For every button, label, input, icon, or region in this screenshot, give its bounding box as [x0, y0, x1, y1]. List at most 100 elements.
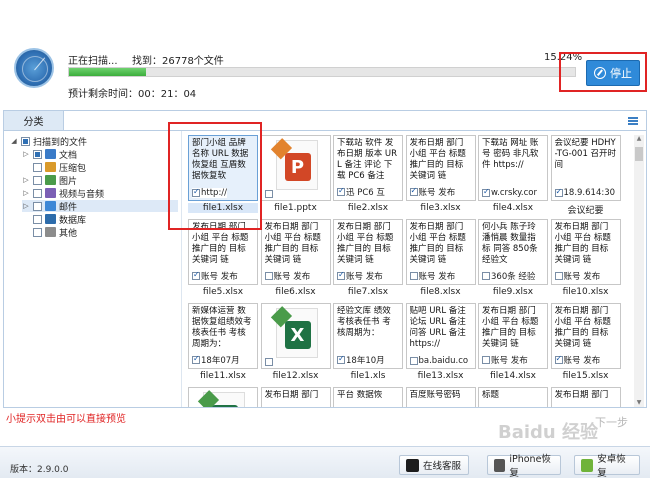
file-tile[interactable]: 发布日期 部门	[550, 387, 621, 407]
file-tile[interactable]: 发布日期 部门 小组 平台 标题 推广目的 目标关键词 链账号 发布file5.…	[188, 219, 258, 301]
file-checkbox[interactable]	[409, 186, 418, 196]
tree-checkbox[interactable]	[33, 149, 42, 159]
file-tile[interactable]: 新媒体运营 数据恢复组绩效考核表任书 考核周期为： 18年07月 file11.xl…	[188, 303, 258, 385]
file-tile[interactable]: 贴吧 URL 备注 论坛 URL 备注 问答 URL 备注 https:// ba…	[405, 303, 476, 385]
file-tile[interactable]: 会议纪要 HDHY-TG-001 召开时间 18.9.614:30 会议纪要	[550, 135, 621, 217]
scrollbar[interactable]: ▲ ▼	[634, 135, 644, 407]
file-tile[interactable]: X	[188, 387, 258, 407]
file-select[interactable]: 账号 发布	[554, 354, 601, 366]
file-checkbox[interactable]	[409, 357, 418, 365]
file-checkbox[interactable]	[554, 272, 563, 280]
file-tile[interactable]: 发布日期 部门 小组 平台 标题 推广目的 目标关键词 链账号 发布 file15…	[550, 303, 621, 385]
collapse-icon[interactable]: ◢	[10, 137, 18, 145]
file-preview[interactable]: X	[260, 303, 331, 369]
file-preview[interactable]: 百度账号密码	[405, 387, 476, 407]
file-select[interactable]: 18年07月	[192, 354, 240, 366]
file-select[interactable]: 账号 发布	[264, 270, 311, 282]
file-checkbox[interactable]	[482, 356, 490, 364]
file-checkbox[interactable]	[554, 354, 563, 364]
file-preview[interactable]: 下载站 网址 账号 密码 非凡软件 https:// w.crsky.cor	[478, 135, 548, 201]
file-select[interactable]: w.crsky.cor	[482, 187, 537, 198]
file-select[interactable]: 账号 发布	[409, 270, 456, 282]
file-checkbox[interactable]	[554, 187, 563, 197]
file-preview[interactable]: 发布日期 部门 小组 平台 标题 推广目的 目标关键词 链账号 发布	[260, 219, 331, 285]
file-checkbox[interactable]	[337, 354, 345, 364]
file-preview[interactable]: 发布日期 部门 小组 平台 标题 推广目的 目标关键词 链账号 发布	[405, 219, 476, 285]
service-button[interactable]: 在线客服	[399, 455, 469, 475]
file-checkbox[interactable]	[337, 270, 345, 280]
tree-item-3[interactable]: ▷ 视频与音频	[22, 187, 178, 200]
android-button[interactable]: 安卓恢复	[574, 454, 640, 478]
file-select[interactable]	[264, 190, 273, 198]
tree-item-5[interactable]: 数据库	[22, 213, 178, 226]
file-tile[interactable]: 发布日期 部门 小组 平台 标题 推广目的 目标关键词 链账号 发布 file14…	[478, 303, 548, 385]
file-checkbox[interactable]	[409, 272, 418, 280]
file-checkbox[interactable]	[264, 272, 273, 280]
tree-checkbox[interactable]	[33, 201, 42, 211]
file-preview[interactable]: 平台 数据恢	[333, 387, 403, 407]
file-preview[interactable]: 何小兵 陈子玲 潘悄晨 数量指标 同答 850条 经验文 360条 经验	[478, 219, 548, 285]
scroll-down-icon[interactable]: ▼	[634, 399, 644, 407]
tree-checkbox[interactable]	[33, 162, 42, 172]
file-tile[interactable]: 发布日期 部门 小组 平台 标题 推广目的 目标关键词 链账号 发布 file8.…	[405, 219, 476, 301]
file-tile[interactable]: 何小兵 陈子玲 潘悄晨 数量指标 同答 850条 经验文 360条 经验 file9…	[478, 219, 548, 301]
file-select[interactable]: 账号 发布	[409, 186, 456, 198]
file-tile[interactable]: Xfile12.xlsx	[260, 303, 331, 385]
file-preview[interactable]: 发布日期 部门 小组 平台 标题 推广目的 目标关键词 链账号 发布	[478, 303, 548, 369]
file-preview[interactable]: X	[188, 387, 258, 407]
tree-root[interactable]: ◢ 扫描到的文件	[10, 135, 87, 148]
file-select[interactable]	[264, 358, 273, 366]
file-select[interactable]: 账号 发布	[192, 270, 238, 282]
file-tile[interactable]: 下载站 网址 账号 密码 非凡软件 https:// w.crsky.cor fil…	[478, 135, 548, 217]
tree-item-4[interactable]: ▷ 邮件	[22, 200, 178, 213]
file-checkbox[interactable]	[264, 358, 273, 366]
file-checkbox[interactable]	[264, 190, 273, 198]
file-checkbox[interactable]	[192, 354, 200, 364]
scroll-thumb[interactable]	[635, 147, 643, 161]
file-preview[interactable]: 发布日期 部门 小组 平台 标题 推广目的 目标关键词 链账号 发布	[405, 135, 476, 201]
tree-item-6[interactable]: 其他	[22, 226, 178, 239]
file-select[interactable]: 迅 PC6 互	[337, 186, 385, 198]
tree-checkbox[interactable]	[33, 175, 42, 185]
file-select[interactable]: ba.baidu.co	[409, 356, 469, 366]
file-tile[interactable]: 发布日期 部门 小组 平台 标题 推广目的 目标关键词 链账号 发布 file7.…	[333, 219, 403, 301]
file-select[interactable]: 18.9.614:30	[554, 187, 616, 198]
file-tile[interactable]: 发布日期 部门	[260, 387, 331, 407]
file-select[interactable]: 360条 经验	[482, 270, 536, 282]
tab-category[interactable]: 分类	[4, 111, 64, 131]
expand-icon[interactable]: ▷	[22, 202, 30, 210]
root-checkbox[interactable]	[21, 136, 30, 146]
file-tile[interactable]: 百度账号密码	[405, 387, 476, 407]
file-preview[interactable]: 发布日期 部门	[550, 387, 621, 407]
file-tile[interactable]: 平台 数据恢	[333, 387, 403, 407]
tree-checkbox[interactable]	[33, 188, 42, 198]
tree-item-2[interactable]: ▷ 图片	[22, 174, 178, 187]
file-tile[interactable]: 经验文库 绩效考核表任书 考核周期为： 18年10月 file1.xls	[333, 303, 403, 385]
file-preview[interactable]: 标题	[478, 387, 548, 407]
tree-checkbox[interactable]	[33, 214, 42, 224]
expand-icon[interactable]: ▷	[22, 189, 30, 197]
file-select[interactable]: 账号 发布	[482, 354, 528, 366]
file-tile[interactable]: 标题	[478, 387, 548, 407]
iphone-button[interactable]: iPhone恢复	[487, 454, 561, 478]
file-preview[interactable]: 发布日期 部门 小组 平台 标题 推广目的 目标关键词 链账号 发布	[333, 219, 403, 285]
file-checkbox[interactable]	[482, 272, 490, 280]
file-preview[interactable]: 贴吧 URL 备注 论坛 URL 备注 问答 URL 备注 https:// ba…	[405, 303, 476, 369]
scroll-up-icon[interactable]: ▲	[634, 135, 644, 143]
file-tile[interactable]: 下载站 软件 发布日期 版本 URL 备注 评论 下载 PC6 备注迅 PC6 …	[333, 135, 403, 217]
file-preview[interactable]: 发布日期 部门 小组 平台 标题 推广目的 目标关键词 链账号 发布	[550, 219, 621, 285]
file-checkbox[interactable]	[192, 270, 200, 280]
file-preview[interactable]: 经验文库 绩效考核表任书 考核周期为： 18年10月	[333, 303, 403, 369]
file-tile[interactable]: Pfile1.pptx	[260, 135, 331, 217]
file-tile[interactable]: 发布日期 部门 小组 平台 标题 推广目的 目标关键词 链账号 发布 file10…	[550, 219, 621, 301]
tree-checkbox[interactable]	[33, 227, 42, 237]
file-preview[interactable]: 发布日期 部门 小组 平台 标题 推广目的 目标关键词 链账号 发布	[550, 303, 621, 369]
file-preview[interactable]: 发布日期 部门	[260, 387, 331, 407]
file-select[interactable]: 账号 发布	[337, 270, 383, 282]
file-preview[interactable]: 新媒体运营 数据恢复组绩效考核表任书 考核周期为： 18年07月	[188, 303, 258, 369]
tree-item-1[interactable]: 压缩包	[22, 161, 178, 174]
file-tile[interactable]: 发布日期 部门 小组 平台 标题 推广目的 目标关键词 链账号 发布 file6.…	[260, 219, 331, 301]
file-preview[interactable]: 下载站 软件 发布日期 版本 URL 备注 评论 下载 PC6 备注迅 PC6 …	[333, 135, 403, 201]
menu-icon[interactable]	[628, 117, 638, 125]
file-select[interactable]: 18年10月	[337, 354, 385, 366]
